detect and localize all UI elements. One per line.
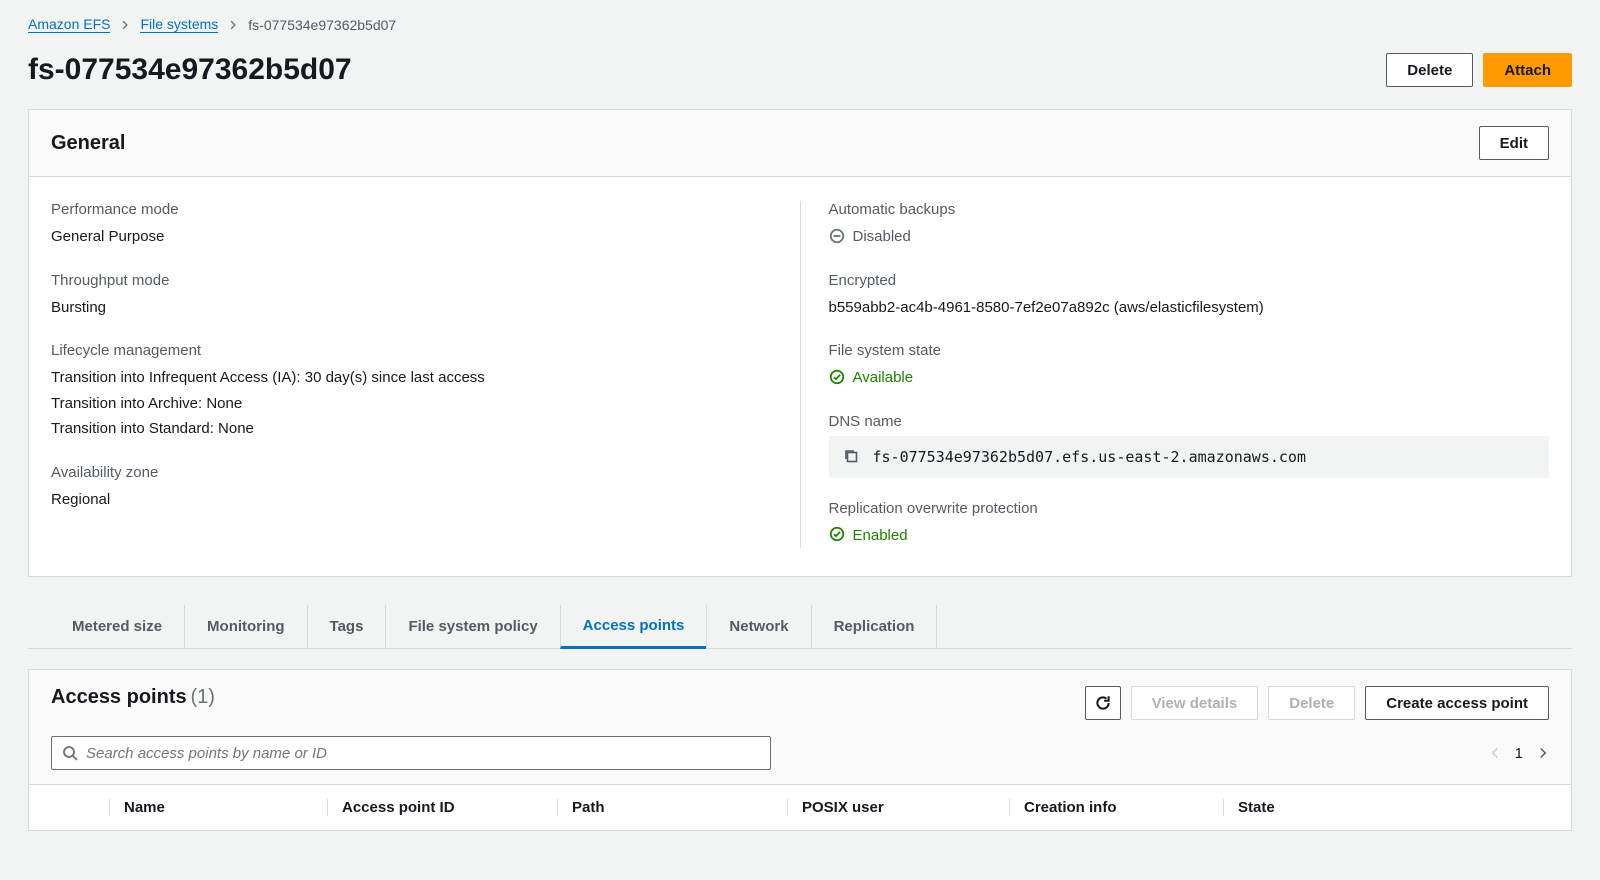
fs-state-label: File system state (829, 342, 1550, 359)
throughput-mode-label: Throughput mode (51, 272, 772, 289)
tab-metered-size[interactable]: Metered size (50, 605, 184, 648)
tab-monitoring[interactable]: Monitoring (184, 605, 306, 648)
lifecycle-archive: Transition into Archive: None (51, 391, 772, 417)
edit-button[interactable]: Edit (1479, 126, 1549, 160)
encrypted-label: Encrypted (829, 272, 1550, 289)
tab-network[interactable]: Network (706, 605, 810, 648)
rop-value: Enabled (853, 523, 908, 549)
pager-next[interactable] (1537, 745, 1549, 761)
availability-zone: Availability zone Regional (51, 464, 772, 513)
general-title: General (51, 132, 125, 155)
fs-state-value: Available (853, 365, 914, 391)
dns-name: DNS name fs-077534e97362b5d07.efs.us-eas… (829, 413, 1550, 478)
chevron-right-icon (228, 20, 238, 30)
throughput-mode-value: Bursting (51, 295, 772, 321)
dns-label: DNS name (829, 413, 1550, 430)
encrypted: Encrypted b559abb2-ac4b-4961-8580-7ef2e0… (829, 272, 1550, 321)
check-circle-icon (829, 526, 847, 544)
az-label: Availability zone (51, 464, 772, 481)
access-points-delete-button[interactable]: Delete (1268, 686, 1355, 720)
dns-value: fs-077534e97362b5d07.efs.us-east-2.amazo… (873, 448, 1306, 466)
column-path[interactable]: Path (557, 799, 787, 816)
column-access-point-id[interactable]: Access point ID (327, 799, 557, 816)
performance-mode-label: Performance mode (51, 201, 772, 218)
breadcrumb-current: fs-077534e97362b5d07 (248, 17, 396, 33)
delete-button[interactable]: Delete (1386, 53, 1473, 87)
tab-replication[interactable]: Replication (811, 605, 938, 648)
chevron-left-icon (1489, 745, 1501, 761)
chevron-right-icon (120, 20, 130, 30)
lifecycle-ia: Transition into Infrequent Access (IA): … (51, 365, 772, 391)
access-points-table-header: Name Access point ID Path POSIX user Cre… (29, 785, 1571, 830)
search-input[interactable] (86, 745, 760, 762)
disabled-icon (829, 228, 847, 246)
column-state[interactable]: State (1223, 799, 1549, 816)
automatic-backups: Automatic backups Disabled (829, 201, 1550, 250)
az-value: Regional (51, 487, 772, 513)
encrypted-value: b559abb2-ac4b-4961-8580-7ef2e07a892c (aw… (829, 295, 1550, 321)
column-name[interactable]: Name (109, 799, 327, 816)
pager-page: 1 (1515, 745, 1523, 762)
tab-tags[interactable]: Tags (307, 605, 386, 648)
lifecycle-standard: Transition into Standard: None (51, 416, 772, 442)
replication-overwrite-protection: Replication overwrite protection Enabled (829, 500, 1550, 549)
copy-icon[interactable] (843, 448, 861, 466)
view-details-button[interactable]: View details (1131, 686, 1259, 720)
dns-code-box: fs-077534e97362b5d07.efs.us-east-2.amazo… (829, 436, 1550, 478)
breadcrumb-service[interactable]: Amazon EFS (28, 16, 110, 33)
lifecycle-management: Lifecycle management Transition into Inf… (51, 342, 772, 442)
throughput-mode: Throughput mode Bursting (51, 272, 772, 321)
column-creation-info[interactable]: Creation info (1009, 799, 1223, 816)
search-icon (62, 745, 78, 761)
create-access-point-button[interactable]: Create access point (1365, 686, 1549, 720)
breadcrumb-filesystems[interactable]: File systems (140, 16, 218, 33)
general-panel: General Edit Performance mode General Pu… (28, 109, 1572, 577)
attach-button[interactable]: Attach (1483, 53, 1572, 87)
tab-access-points[interactable]: Access points (560, 605, 707, 649)
performance-mode-value: General Purpose (51, 224, 772, 250)
performance-mode: Performance mode General Purpose (51, 201, 772, 250)
breadcrumb: Amazon EFS File systems fs-077534e97362b… (28, 12, 1572, 47)
backups-value: Disabled (853, 224, 911, 250)
pager-prev[interactable] (1489, 745, 1501, 761)
chevron-right-icon (1537, 745, 1549, 761)
rop-label: Replication overwrite protection (829, 500, 1550, 517)
access-points-search[interactable] (51, 736, 771, 770)
refresh-icon (1094, 694, 1112, 712)
refresh-button[interactable] (1085, 686, 1121, 720)
check-circle-icon (829, 369, 847, 387)
file-system-state: File system state Available (829, 342, 1550, 391)
pager: 1 (1489, 745, 1549, 762)
backups-label: Automatic backups (829, 201, 1550, 218)
page-title: fs-077534e97362b5d07 (28, 53, 352, 87)
access-points-title: Access points (51, 686, 187, 708)
access-points-count: (1) (191, 686, 215, 708)
tab-file-system-policy[interactable]: File system policy (385, 605, 559, 648)
access-points-panel: Access points (1) View details Delete Cr… (28, 669, 1572, 831)
lifecycle-label: Lifecycle management (51, 342, 772, 359)
column-posix-user[interactable]: POSIX user (787, 799, 1009, 816)
tabs: Metered size Monitoring Tags File system… (28, 605, 1572, 649)
